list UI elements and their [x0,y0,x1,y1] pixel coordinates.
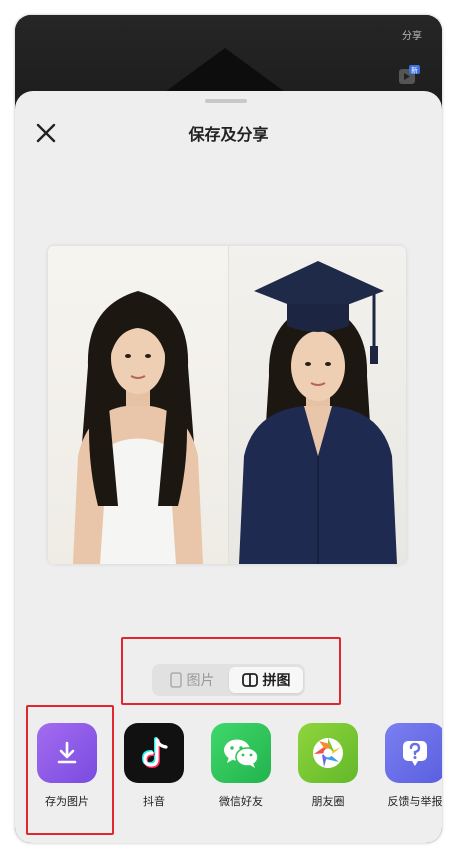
split-layout-icon [241,673,258,687]
view-mode-toggle: 图片 拼图 [152,664,305,696]
share-feedback-report-label: 反馈与举报 [387,795,443,808]
moments-icon [298,723,358,783]
share-douyin[interactable]: 抖音 [114,723,194,809]
toggle-option-collage[interactable]: 拼图 [229,667,303,693]
share-wechat-friend-label: 微信好友 [219,795,263,808]
svg-text:新: 新 [411,66,418,75]
share-save-image-label: 存为图片 [45,795,89,808]
share-sheet: 保存及分享 图片 拼图 存为图片 抖音 微信好友 朋友圈 反馈与举报 [15,91,442,843]
photo-portrait-graduation [228,246,406,564]
wechat-icon [211,723,271,783]
sheet-title: 保存及分享 [188,125,269,144]
background-share-label: 分享 [402,31,422,42]
phone-frame: 分享 新 保存及分享 图片 拼图 存为图片 抖音 微信好友 朋友圈 反馈与举报 [15,15,442,843]
douyin-icon [124,723,184,783]
share-douyin-label: 抖音 [143,795,165,808]
share-save-image[interactable]: 存为图片 [27,723,107,809]
sheet-drag-handle[interactable] [205,99,247,103]
share-target-row: 存为图片 抖音 微信好友 朋友圈 反馈与举报 [15,723,442,823]
share-feedback-report[interactable]: 反馈与举报 [375,723,442,809]
collage-preview [48,246,406,564]
video-badge-icon: 新 [399,65,420,84]
share-moments[interactable]: 朋友圈 [288,723,368,809]
share-moments-label: 朋友圈 [311,795,345,808]
question-icon [385,723,442,783]
toggle-option-image[interactable]: 图片 [155,667,229,693]
phone-frame-icon [169,672,182,688]
photo-portrait-casual [48,246,228,564]
toggle-option-collage-label: 拼图 [262,673,291,689]
toggle-option-image-label: 图片 [186,673,215,689]
share-wechat-friend[interactable]: 微信好友 [201,723,281,809]
download-icon [37,723,97,783]
